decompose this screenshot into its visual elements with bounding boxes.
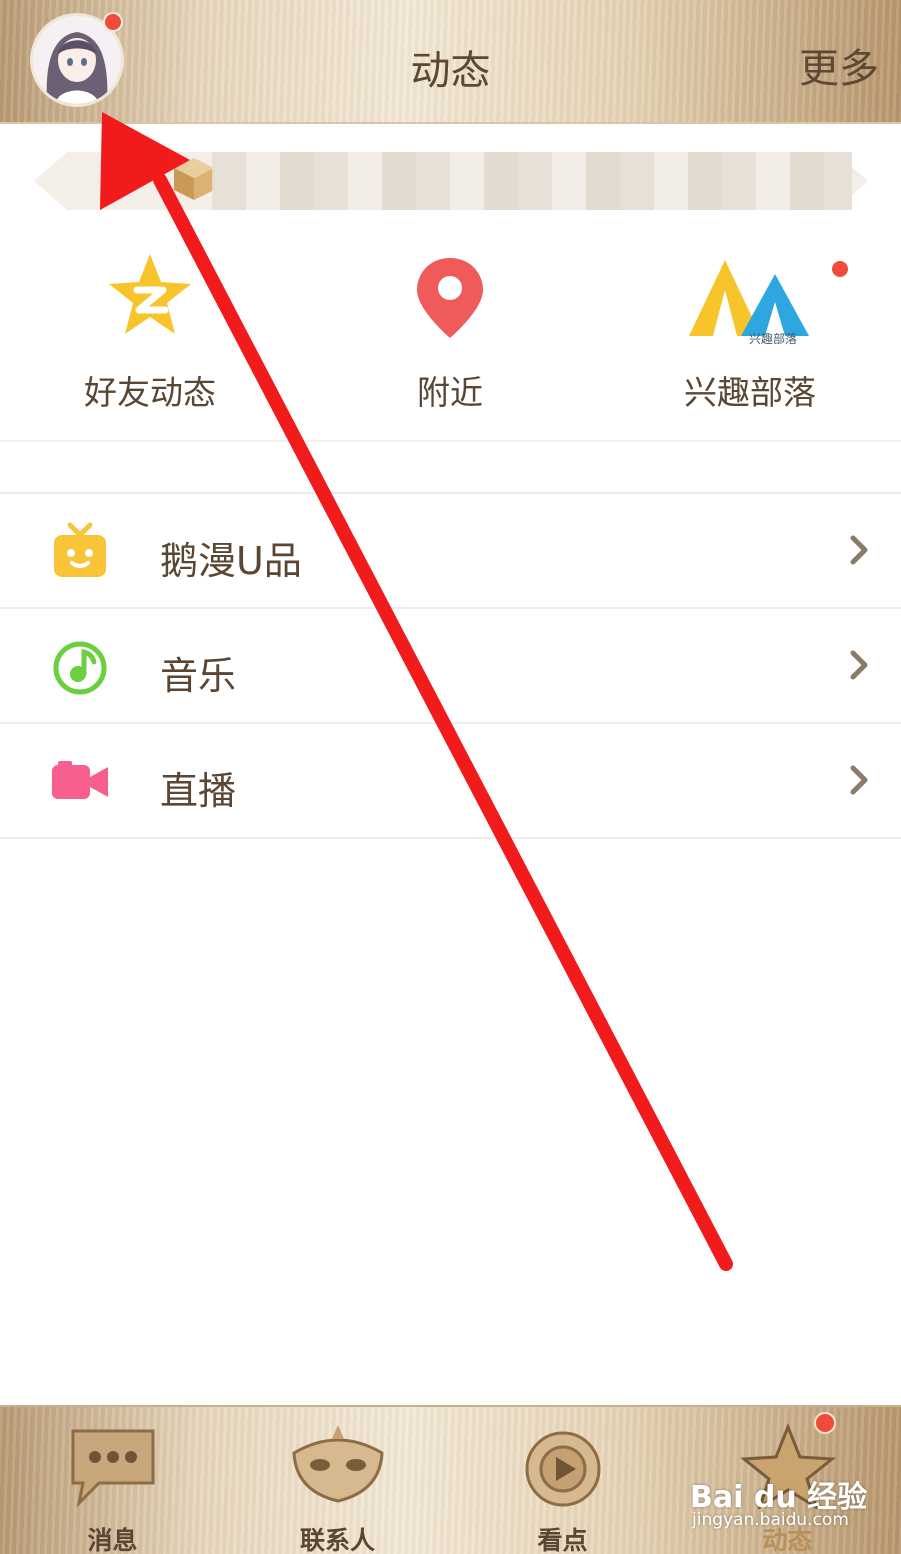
notification-badge (814, 1412, 836, 1434)
qzone-star-icon (109, 254, 191, 334)
tab-label: 消息 (87, 1526, 138, 1554)
tent-icon: 兴趣部落 (689, 260, 809, 346)
banner-blurred-content (212, 152, 852, 210)
more-button[interactable]: 更多 (799, 36, 879, 94)
music-note-icon (53, 641, 107, 695)
location-pin-icon (417, 258, 483, 338)
quick-entry-label: 好友动态 (84, 373, 216, 412)
quick-entry-interest-tribe[interactable]: 兴趣部落 兴趣部落 (600, 226, 900, 442)
chevron-right-icon (850, 535, 868, 565)
list-item-label: 鹅漫U品 (160, 539, 302, 583)
tab-label: 联系人 (299, 1526, 375, 1554)
tab-messages[interactable]: 消息 (0, 1407, 225, 1554)
mask-icon (291, 1425, 384, 1503)
quick-entry-nearby[interactable]: 附近 (300, 226, 600, 442)
tab-kandian[interactable]: 看点 (450, 1407, 675, 1554)
video-camera-icon (52, 761, 108, 799)
gift-box-icon (174, 158, 214, 200)
tab-label: 看点 (537, 1526, 588, 1554)
tent-icon-caption: 兴趣部落 (749, 331, 797, 346)
quick-entry-label: 兴趣部落 (684, 373, 816, 412)
section-divider (0, 442, 901, 494)
notification-badge (830, 259, 850, 279)
quick-entry-label: 附近 (417, 373, 483, 412)
baidu-watermark: Bai du 经验 jingyan.baidu.com (690, 1472, 890, 1536)
chevron-right-icon (850, 650, 868, 680)
tab-contacts[interactable]: 联系人 (225, 1407, 450, 1554)
list-item-music[interactable]: 音乐 (0, 609, 901, 724)
banner[interactable] (34, 152, 868, 210)
notification-badge (103, 12, 123, 32)
gift-face-icon (54, 522, 106, 577)
play-circle-icon (525, 1431, 600, 1507)
list-item-label: 音乐 (160, 654, 237, 698)
feature-list: 鹅漫U品 音乐 直播 (0, 494, 901, 839)
chat-bubble-icon (71, 1429, 154, 1508)
list-item-live[interactable]: 直播 (0, 724, 901, 839)
list-item-ue-shop[interactable]: 鹅漫U品 (0, 494, 901, 609)
watermark-url: jingyan.baidu.com (692, 1510, 849, 1530)
top-bar: 动态 更多 (0, 0, 901, 124)
page-title: 动态 (410, 48, 491, 94)
chevron-right-icon (850, 765, 868, 795)
list-item-label: 直播 (160, 769, 237, 813)
quick-entries: 好友动态 附近 兴趣部落 兴趣部落 (0, 226, 901, 442)
quick-entry-friend-feed[interactable]: 好友动态 (0, 226, 300, 442)
